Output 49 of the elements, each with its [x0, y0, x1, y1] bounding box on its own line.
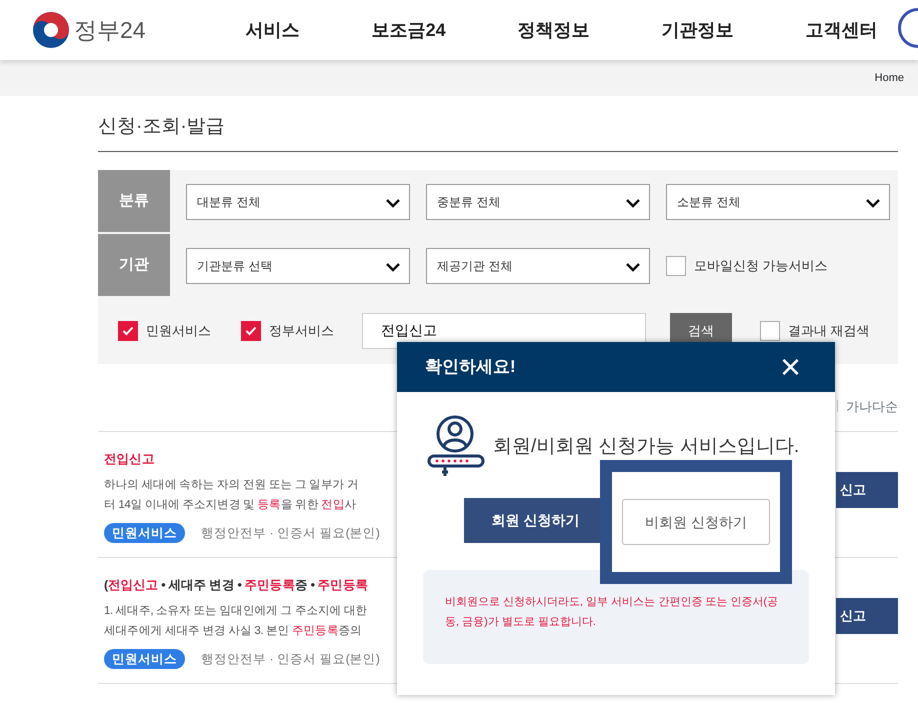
checkbox-label: 민원서비스 — [146, 322, 211, 340]
breadcrumb-link[interactable]: Home — [874, 70, 904, 86]
nav-link[interactable]: 서비스 — [246, 16, 300, 44]
checkbox[interactable] — [241, 320, 261, 341]
nav-link[interactable]: 보조금24 — [372, 16, 446, 44]
dropdown[interactable]: 대분류 전체 — [186, 184, 410, 220]
checkbox[interactable] — [760, 320, 780, 341]
filter-label: 기관 — [98, 234, 170, 298]
dropdown[interactable]: 기관분류 선택 — [186, 248, 410, 284]
chevron-icon — [385, 262, 401, 272]
page-title: 신청·조회·발급 — [98, 96, 898, 152]
nav-link[interactable]: 정책정보 — [518, 16, 590, 44]
guest-apply-button[interactable]: 비회원 신청하기 — [622, 499, 770, 545]
apply-button[interactable]: 신고 — [836, 598, 898, 634]
dropdown[interactable]: 중분류 전체 — [426, 184, 650, 220]
result-description: 세대주에게 세대주 변경 사실 3. 본인 주민등록증의 — [104, 624, 363, 639]
notice-text: 비회원으로 신청하시더라도, 일부 서비스는 간편인증 또는 인증서(공동, 금융)가 별도로 필요합니다. — [445, 595, 780, 630]
apply-button[interactable]: 신고 — [836, 472, 898, 508]
sort-link[interactable]: 가나다순 — [846, 396, 898, 416]
nav-link[interactable]: 고객센터 — [806, 16, 878, 44]
result-meta: 행정안전부 · 인증서 필요(본인) — [201, 524, 380, 542]
result-description: 터 14일 이내에 주소지변경 및 등록을 위한 전입사 — [104, 498, 357, 513]
chevron-icon — [385, 198, 401, 208]
result-description: 1. 세대주, 소유자 또는 임대인에게 그 주소지에 대한 — [104, 604, 368, 619]
dialog-title: 확인하세요! — [425, 356, 516, 378]
result-title[interactable]: 전입신고 — [104, 450, 394, 469]
checkbox[interactable] — [666, 256, 686, 276]
check-icon — [245, 326, 257, 336]
checkbox-label: 모바일신청 가능서비스 — [694, 257, 828, 276]
dialog-message: 회원/비회원 신청가능 서비스입니다. — [493, 434, 800, 459]
chevron-icon — [865, 198, 881, 208]
result-description: 하나의 세대에 속하는 자의 전원 또는 그 일부가 거 — [104, 478, 360, 493]
logo-text[interactable]: 정부24 — [74, 12, 146, 48]
check-icon — [122, 326, 134, 336]
checkbox-label: 정부서비스 — [269, 322, 334, 340]
close-button[interactable]: × — [774, 348, 807, 386]
result-meta: 행정안전부 · 인증서 필요(본인) — [201, 650, 380, 668]
logo-icon — [32, 11, 70, 49]
dropdown[interactable]: 소분류 전체 — [666, 184, 890, 220]
result-title[interactable]: (전입신고 • 세대주 변경 • 주민등록증 • 주민등록 — [104, 576, 394, 595]
chevron-icon — [625, 198, 641, 208]
checkbox[interactable] — [118, 320, 138, 341]
service-tag: 민원서비스 — [104, 522, 185, 544]
nav-link[interactable]: 기관정보 — [662, 16, 734, 44]
service-tag: 민원서비스 — [104, 648, 185, 670]
filter-label: 분류 — [98, 170, 170, 234]
chevron-icon — [625, 262, 641, 272]
dropdown[interactable]: 제공기관 전체 — [426, 248, 650, 284]
checkbox-label: 결과내 재검색 — [788, 322, 870, 340]
